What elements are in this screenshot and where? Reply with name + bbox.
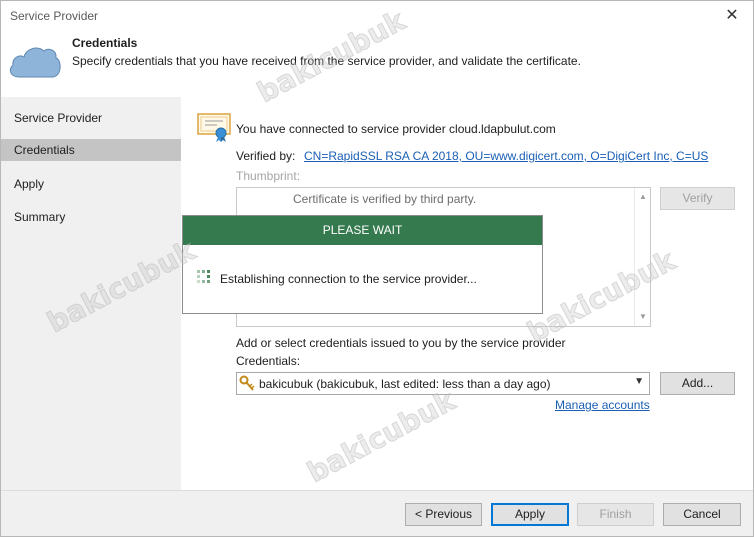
add-credentials-button[interactable]: Add...: [660, 372, 735, 395]
chevron-down-icon[interactable]: ▼: [634, 376, 644, 387]
manage-accounts-link[interactable]: Manage accounts: [555, 398, 650, 412]
wizard-header: Credentials Specify credentials that you…: [1, 31, 753, 97]
certificate-issuer-link[interactable]: CN=RapidSSL RSA CA 2018, OU=www.digicert…: [304, 149, 708, 163]
certificate-scrollbar[interactable]: ▲ ▼: [634, 188, 650, 326]
please-wait-message: Establishing connection to the service p…: [220, 272, 477, 286]
service-provider-window: Service Provider ✕ Credentials Specify c…: [0, 0, 754, 537]
please-wait-title: PLEASE WAIT: [183, 216, 542, 245]
credentials-selected-value: bakicubuk (bakicubuk, last edited: less …: [259, 377, 551, 391]
previous-button[interactable]: < Previous: [405, 503, 482, 526]
cloud-icon: [9, 47, 61, 78]
scroll-down-icon[interactable]: ▼: [635, 309, 651, 325]
window-title: Service Provider: [10, 9, 99, 23]
thumbprint-label: Thumbprint:: [236, 169, 301, 183]
certificate-status-text: Certificate is verified by third party.: [293, 192, 477, 206]
step-service-provider[interactable]: Service Provider: [1, 107, 181, 129]
step-apply[interactable]: Apply: [1, 173, 181, 195]
verified-by-label: Verified by:: [236, 149, 296, 163]
please-wait-dialog: PLEASE WAIT Establishing connection to t…: [182, 215, 543, 314]
credentials-label: Credentials:: [236, 354, 301, 368]
connected-message: You have connected to service provider c…: [236, 122, 556, 136]
step-credentials[interactable]: Credentials: [1, 139, 181, 161]
page-subtitle: Specify credentials that you have receiv…: [72, 54, 581, 68]
finish-button[interactable]: Finish: [577, 503, 654, 526]
key-icon: [239, 375, 255, 391]
close-icon[interactable]: ✕: [721, 5, 743, 27]
certificate-icon: [197, 113, 231, 142]
step-summary[interactable]: Summary: [1, 206, 181, 228]
wizard-steps: Service Provider Credentials Apply Summa…: [1, 97, 181, 490]
cancel-button[interactable]: Cancel: [663, 503, 741, 526]
wizard-footer: < Previous Apply Finish Cancel: [1, 490, 753, 536]
title-bar: Service Provider ✕: [1, 1, 753, 31]
loading-spinner-icon: [197, 270, 211, 284]
add-credentials-text: Add or select credentials issued to you …: [236, 336, 566, 350]
apply-button[interactable]: Apply: [491, 503, 569, 526]
verify-button[interactable]: Verify: [660, 187, 735, 210]
scroll-up-icon[interactable]: ▲: [635, 189, 651, 205]
credentials-dropdown[interactable]: bakicubuk (bakicubuk, last edited: less …: [236, 372, 650, 395]
page-title: Credentials: [72, 36, 138, 50]
